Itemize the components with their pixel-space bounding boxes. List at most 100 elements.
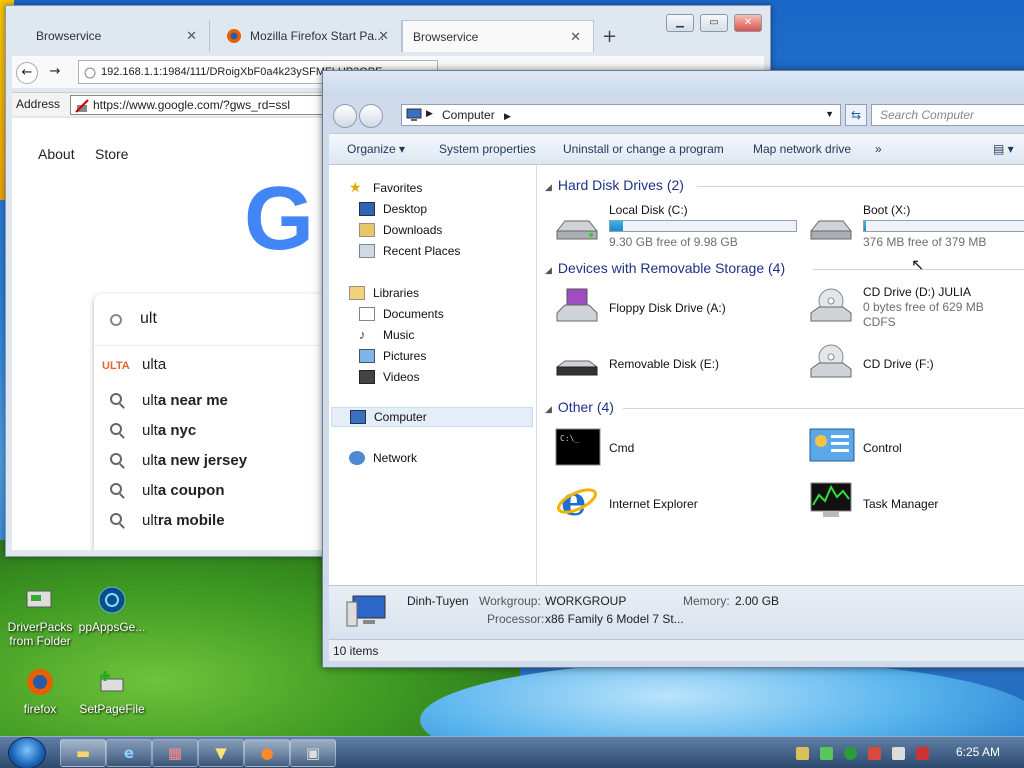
nav-network[interactable]: Network: [349, 449, 417, 469]
item-internet-explorer[interactable]: Internet Explorer: [609, 497, 698, 512]
explorer-search-input[interactable]: Search Computer: [871, 104, 1024, 126]
uninstall-program-button[interactable]: Uninstall or change a program: [563, 142, 724, 156]
refresh-icon[interactable]: ⇆: [845, 104, 867, 126]
suggestion-completion: a new jersey: [157, 452, 248, 469]
libraries-icon: [349, 286, 365, 300]
taskbar-computer[interactable]: ▣: [290, 739, 336, 767]
address-input[interactable]: https://www.google.com/?gws_rd=ssl: [70, 95, 330, 115]
navigation-pane: ★ Favorites Desktop Downloads Recent Plac…: [329, 165, 537, 585]
desktop-icon-firefox[interactable]: firefox: [0, 664, 80, 716]
start-button[interactable]: [8, 737, 46, 768]
taskbar-firefox[interactable]: ●: [244, 739, 290, 767]
nav-downloads[interactable]: Downloads: [359, 221, 442, 241]
suggestion-item[interactable]: ulta near me: [94, 386, 354, 416]
more-commands-button[interactable]: »: [875, 142, 882, 156]
explorer-titlebar[interactable]: [323, 71, 1024, 97]
dropdown-arrow-icon[interactable]: ▼: [825, 109, 834, 119]
nav-recent-places[interactable]: Recent Places: [359, 242, 460, 262]
drive-free-space: 0 bytes free of 629 MB: [863, 300, 984, 314]
driverpacks-icon: [22, 582, 58, 618]
drive-cd-d[interactable]: CD Drive (D:) JULIA 0 bytes free of 629 …: [863, 285, 984, 330]
maximize-button[interactable]: ▭: [700, 14, 728, 32]
drive-usage-fill: [610, 221, 624, 231]
forward-button[interactable]: [359, 104, 383, 128]
back-button[interactable]: ←: [16, 62, 38, 84]
memory-label: Memory:: [683, 594, 730, 608]
drive-removable-e[interactable]: Removable Disk (E:): [609, 357, 719, 372]
drive-boot-x[interactable]: Boot (X:) 376 MB free of 379 MB: [863, 203, 1024, 250]
drive-floppy-a[interactable]: Floppy Disk Drive (A:): [609, 301, 726, 316]
group-other[interactable]: ◢ Other (4): [545, 399, 614, 415]
nav-music[interactable]: ♪ Music: [359, 326, 414, 346]
insecure-lock-icon: [75, 99, 89, 113]
floppy-drive-icon: [553, 287, 599, 329]
breadcrumb-arrow-icon: ▶: [504, 111, 511, 121]
item-control[interactable]: Control: [863, 441, 902, 456]
organize-button[interactable]: Organize ▾: [347, 142, 405, 156]
breadcrumb[interactable]: ▶ Computer ▶ ▼: [401, 104, 841, 126]
tab-browservice-2[interactable]: Browservice ✕: [402, 20, 594, 52]
tab-browservice-1[interactable]: Browservice ✕: [14, 20, 210, 52]
system-properties-button[interactable]: System properties: [439, 142, 536, 156]
tab-close-icon[interactable]: ✕: [378, 28, 389, 44]
network-icon[interactable]: [892, 747, 905, 760]
taskbar-explorer[interactable]: ▬: [60, 739, 106, 767]
volume-muted-icon[interactable]: [916, 747, 929, 760]
view-options-icon[interactable]: ▤ ▾: [993, 142, 1014, 156]
tab-close-icon[interactable]: ✕: [570, 29, 581, 45]
desktop-icon-driverpacks[interactable]: DriverPacks from Folder: [0, 582, 80, 648]
breadcrumb-label: Computer: [442, 108, 495, 122]
store-link[interactable]: Store: [95, 146, 128, 162]
suggestion-ulta-brand[interactable]: ULTA ulta: [94, 346, 354, 386]
desktop-icon-setpagefile[interactable]: SetPageFile: [72, 664, 152, 716]
suggestion-item[interactable]: ultra mobile: [94, 506, 354, 536]
play-icon[interactable]: [844, 747, 857, 760]
taskbar-internet-explorer[interactable]: e: [106, 739, 152, 767]
tray-icon[interactable]: [868, 747, 881, 760]
collapse-icon: ◢: [545, 182, 552, 192]
tab-firefox-start[interactable]: Mozilla Firefox Start Pa... ✕: [210, 20, 402, 52]
drive-cd-f[interactable]: CD Drive (F:): [863, 357, 934, 372]
minimize-button[interactable]: ▁: [666, 14, 694, 32]
pictures-icon: [359, 349, 375, 363]
nav-favorites[interactable]: ★ Favorites: [349, 179, 422, 199]
back-button[interactable]: [333, 104, 357, 128]
nav-pictures[interactable]: Pictures: [359, 347, 426, 367]
suggestion-item[interactable]: ulta coupon: [94, 476, 354, 506]
new-tab-button[interactable]: +: [602, 26, 617, 47]
taskbar-app[interactable]: ▦: [152, 739, 198, 767]
taskbar-app-2[interactable]: ▼: [198, 739, 244, 767]
nav-desktop[interactable]: Desktop: [359, 200, 427, 220]
group-removable-storage[interactable]: ◢ Devices with Removable Storage (4): [545, 260, 785, 276]
drive-local-c[interactable]: Local Disk (C:) 9.30 GB free of 9.98 GB: [609, 203, 797, 250]
cd-drive-icon: [807, 343, 853, 385]
suggestion-typed: ult: [142, 422, 158, 439]
suggestion-typed: ult: [142, 356, 158, 373]
google-search-input[interactable]: ult: [94, 294, 354, 346]
suggestion-item[interactable]: ulta nyc: [94, 416, 354, 446]
drive-usage-fill: [864, 221, 866, 231]
firefox-icon: [22, 664, 58, 700]
group-hard-disk-drives[interactable]: ◢ Hard Disk Drives (2): [545, 177, 684, 193]
close-button[interactable]: ✕: [734, 14, 762, 32]
tray-icon[interactable]: [796, 747, 809, 760]
clock[interactable]: 6:25 AM: [956, 745, 1000, 759]
forward-button[interactable]: →: [44, 62, 66, 84]
videos-icon: [359, 370, 375, 384]
item-cmd[interactable]: Cmd: [609, 441, 634, 456]
nav-libraries[interactable]: Libraries: [349, 284, 419, 304]
hard-drive-icon: [553, 209, 599, 251]
tray-icon[interactable]: [820, 747, 833, 760]
nav-videos[interactable]: Videos: [359, 368, 419, 388]
item-task-manager[interactable]: Task Manager: [863, 497, 938, 512]
map-network-drive-button[interactable]: Map network drive: [753, 142, 851, 156]
suggestion-item[interactable]: ulta new jersey: [94, 446, 354, 476]
search-query: ult: [140, 310, 157, 327]
desktop-icon-ppappsge[interactable]: ppAppsGe...: [72, 582, 152, 634]
about-link[interactable]: About: [38, 146, 75, 162]
nav-documents[interactable]: Documents: [359, 305, 444, 325]
google-logo: G: [244, 169, 315, 269]
computer-name: Dinh-Tuyen: [407, 594, 469, 608]
tab-close-icon[interactable]: ✕: [186, 28, 197, 44]
nav-computer[interactable]: Computer: [331, 407, 533, 427]
